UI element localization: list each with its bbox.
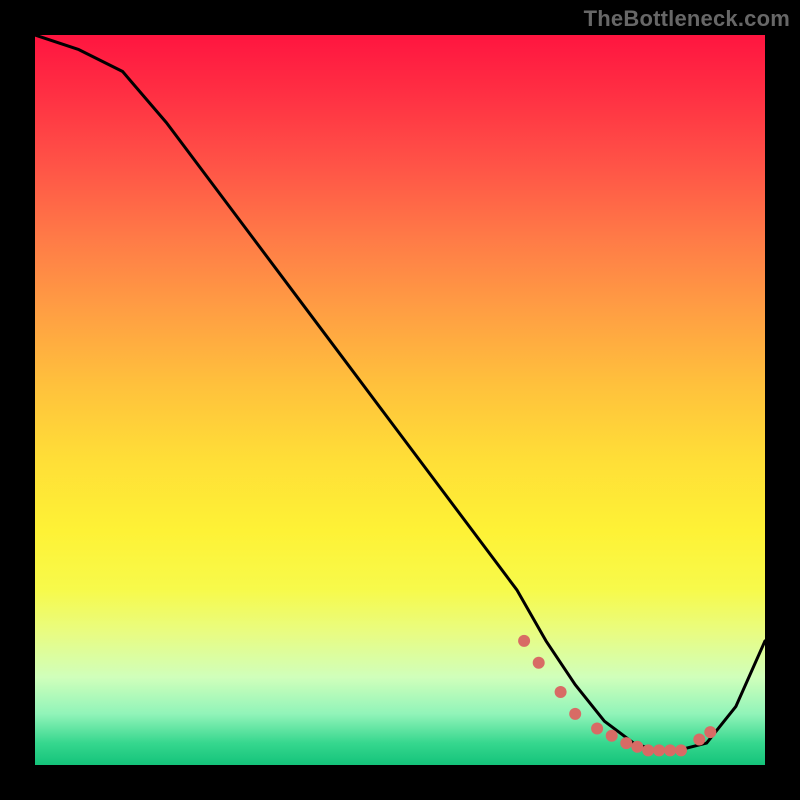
highlight-dot xyxy=(591,723,603,735)
highlight-dot xyxy=(620,737,632,749)
watermark-text: TheBottleneck.com xyxy=(584,6,790,32)
highlight-dot xyxy=(653,744,665,756)
highlight-dot xyxy=(555,686,567,698)
highlight-dot xyxy=(533,657,545,669)
highlight-dot xyxy=(664,744,676,756)
highlight-dot xyxy=(606,730,618,742)
highlight-dot xyxy=(642,744,654,756)
highlight-dot xyxy=(693,734,705,746)
chart-canvas: TheBottleneck.com xyxy=(0,0,800,800)
plot-area xyxy=(35,35,765,765)
highlight-dots-group xyxy=(518,635,716,757)
chart-overlay-svg xyxy=(35,35,765,765)
highlight-dot xyxy=(569,708,581,720)
curve-line xyxy=(35,35,765,750)
highlight-dot xyxy=(631,741,643,753)
highlight-dot xyxy=(518,635,530,647)
highlight-dot xyxy=(704,726,716,738)
highlight-dot xyxy=(675,744,687,756)
